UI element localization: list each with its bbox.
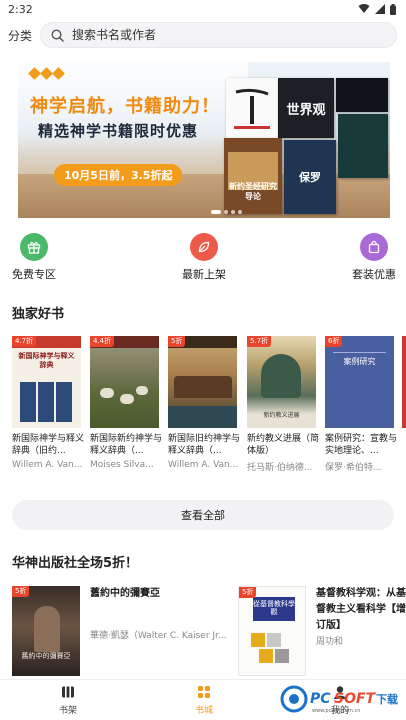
shopping-bag-icon — [360, 233, 388, 261]
tab-store[interactable]: 书城 — [174, 684, 234, 716]
book-cover: 新国际神学与释义辞典 4.7折 — [12, 336, 81, 428]
quick-link-bundle[interactable]: 套装优惠 — [339, 233, 406, 282]
banner-book-green — [338, 114, 388, 178]
banner-book-paul: 保罗 — [284, 140, 336, 214]
book-card-partial[interactable] — [402, 336, 406, 428]
leaf-icon — [190, 233, 218, 261]
bookshelf-icon — [62, 686, 74, 698]
quick-link-label: 最新上架 — [182, 268, 226, 281]
view-all-button[interactable]: 查看全部 — [12, 500, 394, 530]
book-cover-title: 舊約中的彌賽亞 — [21, 652, 71, 660]
banner-subhead: 精选神学书籍限时优惠 — [38, 122, 199, 140]
section-title-promo: 华神出版社全场5折！ — [12, 556, 139, 571]
wifi-icon — [358, 4, 370, 14]
search-input[interactable] — [72, 28, 386, 42]
watermark-logo: PC SOFT 下载 www.pcsoft.com.cn — [280, 684, 406, 714]
tab-bookshelf[interactable]: 书架 — [38, 684, 98, 716]
banner-headline: 神学启航，书籍助力！ — [30, 96, 220, 117]
banner-book-nt: 新约圣经研究导论 — [224, 138, 282, 214]
quick-link-label: 免费专区 — [12, 268, 56, 281]
discount-badge: 5.7折 — [247, 336, 272, 347]
book-title: 新国际神学与释义辞典（旧约... — [12, 434, 84, 456]
promo-book-card[interactable]: 從基督教科學觀 5折 基督教科学观：从基督教主义看科学【增订版】 周功和 — [238, 584, 406, 678]
book-author: Moises Silva... — [90, 460, 154, 470]
promo-book-title: 舊約中的彌賽亞 — [90, 588, 160, 599]
tab-label: 书城 — [194, 706, 213, 716]
section-title-exclusive: 独家好书 — [12, 307, 65, 322]
category-link[interactable]: 分类 — [8, 27, 32, 44]
promo-book-author: 華德·凱瑟（Walter C. Kaiser Jr.... — [90, 631, 226, 641]
gift-icon — [20, 233, 48, 261]
book-cover-title: 案例研究 — [343, 357, 376, 366]
book-cover: 4.4折 — [90, 336, 159, 428]
book-card[interactable]: 新国际神学与释义辞典 4.7折 新国际神学与释义辞典（旧约... Willem … — [12, 336, 84, 470]
signal-icon — [375, 4, 385, 14]
banner-book-worldview-title: 世界观 — [286, 102, 326, 118]
book-cover: 5折 — [168, 336, 237, 428]
quick-link-new[interactable]: 最新上架 — [169, 233, 239, 282]
book-author: 保罗·希伯特... — [325, 463, 382, 473]
book-card[interactable]: 新约教义进展 5.7折 新约教义进展（简体版） 托马斯·伯纳德... — [247, 336, 319, 473]
banner-book-dark — [336, 78, 388, 112]
discount-badge: 6折 — [325, 336, 343, 347]
book-cover: 舊約中的彌賽亞 5折 — [12, 586, 80, 676]
book-cover: 從基督教科學觀 5折 — [238, 586, 306, 676]
svg-text:PC: PC — [310, 691, 331, 707]
promo-banner[interactable]: 神学启航，书籍助力！ 精选神学书籍限时优惠 10月5日前，3.5折起 世界观 新… — [18, 62, 390, 218]
book-author: 托马斯·伯纳德... — [247, 463, 313, 473]
status-time: 2:32 — [8, 2, 33, 16]
discount-badge: 5折 — [239, 587, 257, 598]
banner-page-indicator — [211, 210, 242, 214]
banner-book-worldview: 世界观 — [278, 78, 334, 138]
banner-book-paul-title: 保罗 — [299, 171, 321, 184]
book-title: 案例研究：宣教与实地理论、... — [325, 434, 397, 456]
store-grid-icon — [198, 686, 210, 698]
quick-link-label: 套装优惠 — [352, 268, 396, 281]
discount-badge: 5折 — [168, 336, 186, 347]
svg-text:下载: 下载 — [376, 692, 398, 706]
search-icon — [51, 28, 64, 42]
top-bar: 分类 — [0, 20, 406, 50]
status-icons — [358, 3, 396, 15]
banner-book-nt-title: 新约圣经研究导论 — [229, 182, 277, 201]
banner-offer-pill: 10月5日前，3.5折起 — [54, 164, 183, 186]
search-box[interactable] — [40, 22, 397, 48]
book-cover-title: 新国际神学与释义辞典 — [18, 352, 75, 369]
banner-book-stack: 世界观 新约圣经研究导论 保罗 — [224, 76, 390, 216]
discount-badge: 5折 — [12, 586, 30, 597]
svg-text:SOFT: SOFT — [334, 691, 377, 707]
exclusive-book-list: 新国际神学与释义辞典 4.7折 新国际神学与释义辞典（旧约... Willem … — [12, 336, 406, 476]
discount-badge: 4.4折 — [90, 336, 115, 347]
book-card[interactable]: 5折 新国际旧约神学与释义辞典（... Willem A. Van... — [168, 336, 240, 470]
promo-book-list: 舊約中的彌賽亞 5折 舊約中的彌賽亞 華德·凱瑟（Walter C. Kaise… — [12, 584, 406, 678]
book-cover-title: 新约教义进展 — [263, 412, 300, 419]
promo-book-title: 基督教科学观：从基督教主义看科学【增订版】 — [316, 588, 406, 631]
book-cover: 案例研究 6折 — [325, 336, 394, 428]
book-author: Willem A. Van... — [12, 460, 83, 470]
promo-book-card[interactable]: 舊約中的彌賽亞 5折 舊約中的彌賽亞 華德·凱瑟（Walter C. Kaise… — [12, 584, 232, 678]
promo-book-author: 周功和 — [316, 637, 344, 647]
status-bar: 2:32 — [0, 0, 406, 18]
book-cover: 新约教义进展 5.7折 — [247, 336, 316, 428]
quick-links: 免费专区 最新上架 套装优惠 — [0, 233, 406, 281]
book-cover-title: 從基督教科學觀 — [253, 597, 295, 621]
book-title: 新约教义进展（简体版） — [247, 434, 319, 456]
quick-link-free[interactable]: 免费专区 — [0, 233, 69, 282]
tab-label: 书架 — [58, 706, 77, 716]
battery-icon — [390, 3, 396, 15]
book-title: 新国际旧约神学与释义辞典（... — [168, 434, 240, 456]
book-card[interactable]: 案例研究 6折 案例研究：宣教与实地理论、... 保罗·希伯特... — [325, 336, 397, 473]
book-author: Willem A. Van... — [168, 460, 239, 470]
banner-book-white — [226, 78, 278, 138]
book-card[interactable]: 4.4折 新国际新约神学与释义辞典（... Moises Silva... — [90, 336, 162, 470]
discount-badge: 4.7折 — [12, 336, 37, 347]
book-title: 新国际新约神学与释义辞典（... — [90, 434, 162, 456]
banner-diamond-decoration — [28, 67, 65, 80]
svg-text:www.pcsoft.com.cn: www.pcsoft.com.cn — [312, 708, 360, 714]
